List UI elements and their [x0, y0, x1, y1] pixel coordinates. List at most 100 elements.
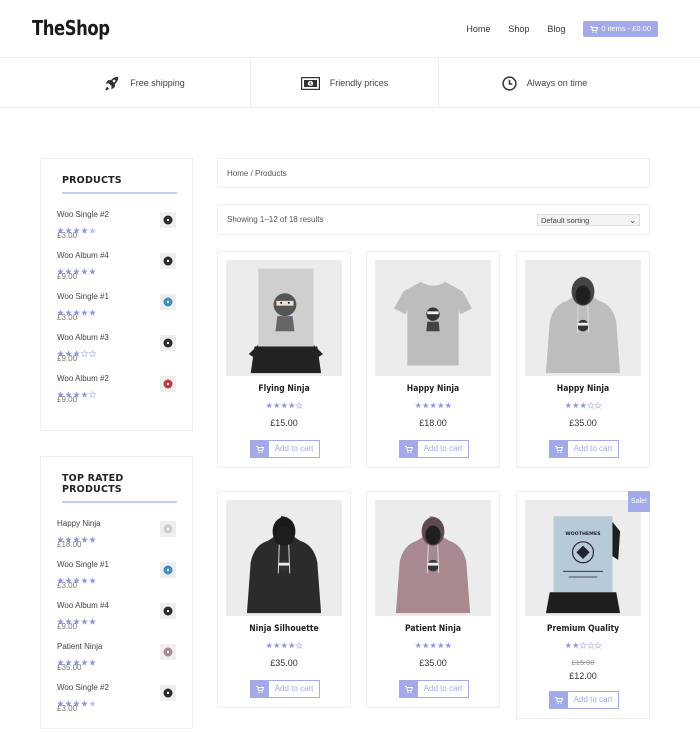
widget-product-name[interactable]: Woo Single #2: [57, 683, 176, 693]
star-icon: [81, 700, 88, 707]
add-to-cart-label: Add to cart: [423, 444, 463, 453]
thumbnail-image: [160, 562, 176, 578]
star-icon: [81, 577, 88, 584]
star-icon: [288, 642, 295, 649]
widget-product-name[interactable]: Woo Single #2: [57, 210, 176, 220]
widget-product-name[interactable]: Woo Album #4: [57, 251, 176, 261]
add-to-cart-button[interactable]: Add to cart: [399, 440, 469, 458]
sort-select[interactable]: Default sorting ⌄: [537, 214, 640, 226]
widget-product-item[interactable]: Woo Single #2 £3.00: [57, 210, 176, 251]
breadcrumb-home[interactable]: Home: [227, 169, 248, 178]
star-icon: [89, 227, 96, 234]
add-to-cart-label: Add to cart: [423, 684, 463, 693]
widget-product-item[interactable]: Woo Album #3 £9.00: [57, 333, 176, 374]
star-icon: [422, 642, 429, 649]
product-image[interactable]: [525, 260, 641, 376]
product-image[interactable]: WOOTHEMES: [525, 500, 641, 616]
nav-blog[interactable]: Blog: [547, 24, 565, 34]
product-card[interactable]: Patient Ninja £35.00 Add to cart: [366, 491, 500, 708]
star-icon: [81, 227, 88, 234]
product-thumbnail[interactable]: [160, 685, 176, 701]
product-card[interactable]: Ninja Silhouette £35.00 Add to cart: [217, 491, 351, 708]
product-name[interactable]: Patient Ninja: [374, 624, 493, 634]
widget-product-rating: [57, 303, 176, 316]
star-icon: [89, 268, 96, 275]
widget-product-item[interactable]: Woo Single #2 £3.00: [57, 683, 176, 724]
widget-product-item[interactable]: Woo Single #1 £3.00: [57, 292, 176, 333]
widget-product-name[interactable]: Woo Album #2: [57, 374, 176, 384]
product-price: £15.00: [270, 418, 298, 428]
thumbnail-image: [160, 603, 176, 619]
cart-button[interactable]: 0 items - £0.00: [583, 21, 658, 37]
title-underline: [62, 501, 177, 503]
site-logo[interactable]: TheShop: [32, 16, 110, 40]
product-thumbnail[interactable]: [160, 376, 176, 392]
thumbnail-image: [160, 253, 176, 269]
thumbnail-image: [160, 685, 176, 701]
star-icon: [572, 642, 579, 649]
widget-product-item[interactable]: Woo Album #2 £9.00: [57, 374, 176, 415]
product-thumbnail[interactable]: [160, 603, 176, 619]
product-thumbnail[interactable]: [160, 644, 176, 660]
widget-product-name[interactable]: Patient Ninja: [57, 642, 176, 652]
rating-stars: [414, 402, 452, 409]
widget-product-name[interactable]: Woo Album #4: [57, 601, 176, 611]
star-icon: [579, 402, 587, 409]
add-to-cart-button[interactable]: Add to cart: [549, 691, 619, 709]
star-icon: [280, 642, 288, 649]
widget-product-rating: [57, 694, 176, 707]
widget-product-price: £3.00: [57, 704, 78, 713]
product-thumbnail[interactable]: [160, 521, 176, 537]
product-thumbnail[interactable]: [160, 212, 176, 228]
widget-product-item[interactable]: Patient Ninja £35.00: [57, 642, 176, 683]
cart-icon: [251, 441, 269, 457]
widget-product-name[interactable]: Happy Ninja: [57, 519, 176, 529]
rating-stars: [265, 402, 303, 409]
product-image[interactable]: [375, 500, 491, 616]
result-count: Showing 1–12 of 18 results: [227, 215, 324, 224]
widget-product-item[interactable]: Woo Album #4 £9.00: [57, 601, 176, 642]
product-rating: [517, 402, 649, 409]
product-image[interactable]: [226, 500, 342, 616]
widget-product-price: £3.00: [57, 231, 78, 240]
star-icon: [294, 402, 303, 409]
nav-home[interactable]: Home: [466, 24, 490, 34]
product-name[interactable]: Premium Quality: [524, 624, 643, 634]
product-thumbnail[interactable]: [160, 253, 176, 269]
product-old-price: £15.00: [571, 658, 595, 667]
star-icon: [422, 402, 429, 409]
product-name[interactable]: Ninja Silhouette: [225, 624, 344, 634]
product-image[interactable]: [375, 260, 491, 376]
product-thumbnail[interactable]: [160, 562, 176, 578]
product-thumbnail[interactable]: [160, 294, 176, 310]
product-card[interactable]: Happy Ninja £35.00 Add to cart: [516, 251, 650, 468]
product-name[interactable]: Flying Ninja: [225, 384, 344, 394]
product-thumbnail[interactable]: [160, 335, 176, 351]
add-to-cart-button[interactable]: Add to cart: [250, 440, 320, 458]
widget-product-rating: [57, 612, 176, 625]
thumbnail-image: [160, 294, 176, 310]
star-icon: [81, 659, 88, 666]
widget-product-name[interactable]: Woo Single #1: [57, 292, 176, 302]
widget-product-item[interactable]: Woo Album #4 £9.00: [57, 251, 176, 292]
widget-product-price: £9.00: [57, 395, 78, 404]
widget-product-item[interactable]: Woo Single #1 £3.00: [57, 560, 176, 601]
product-name[interactable]: Happy Ninja: [374, 384, 493, 394]
add-to-cart-button[interactable]: Add to cart: [250, 680, 320, 698]
product-name[interactable]: Happy Ninja: [524, 384, 643, 394]
product-card[interactable]: Flying Ninja £15.00 Add to cart: [217, 251, 351, 468]
star-icon: [89, 618, 96, 625]
widget-product-item[interactable]: Happy Ninja £18.00: [57, 519, 176, 560]
nav-shop[interactable]: Shop: [508, 24, 529, 34]
add-to-cart-button[interactable]: Add to cart: [399, 680, 469, 698]
product-image[interactable]: [226, 260, 342, 376]
product-card[interactable]: WOOTHEMES Sale! Premium Quality £15.00 £…: [516, 491, 650, 719]
widget-product-rating: [57, 653, 176, 666]
feature-label: Free shipping: [130, 78, 185, 88]
product-illustration: [248, 268, 323, 374]
add-to-cart-button[interactable]: Add to cart: [549, 440, 619, 458]
star-icon: [273, 642, 280, 649]
widget-product-name[interactable]: Woo Single #1: [57, 560, 176, 570]
widget-product-name[interactable]: Woo Album #3: [57, 333, 176, 343]
product-card[interactable]: Happy Ninja £18.00 Add to cart: [366, 251, 500, 468]
